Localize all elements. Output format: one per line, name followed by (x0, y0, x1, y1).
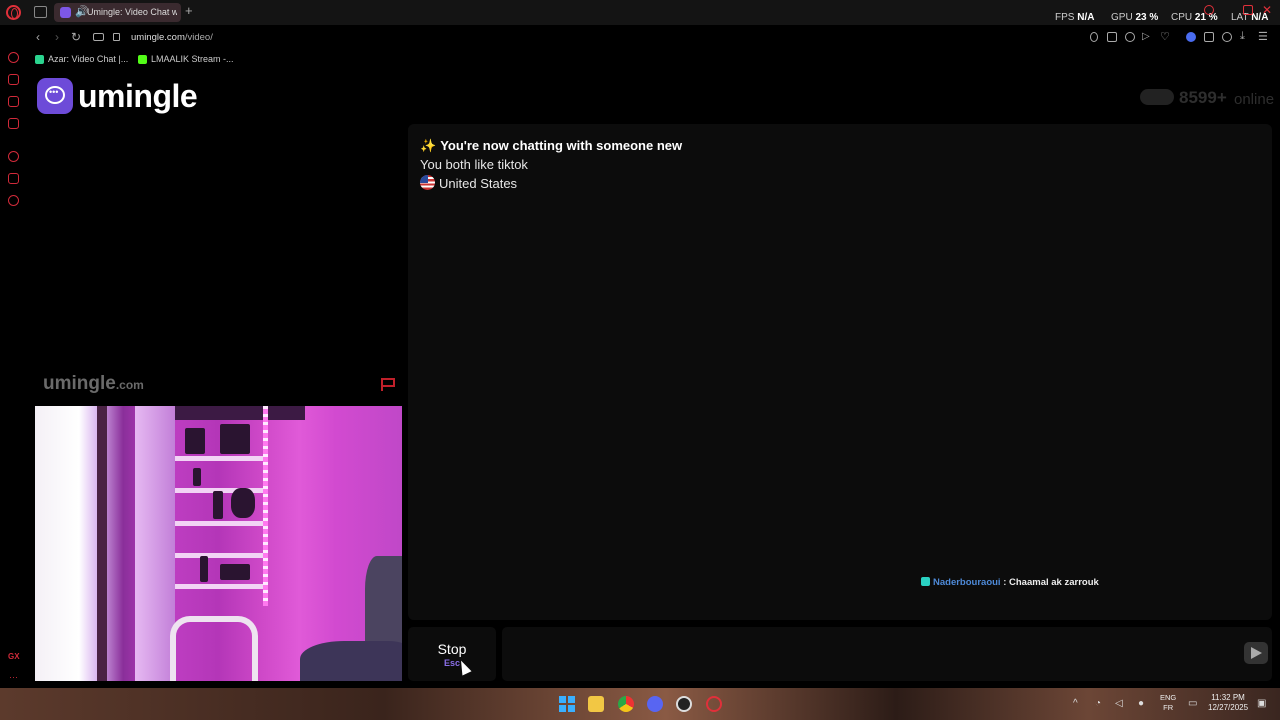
obs-icon[interactable] (676, 696, 692, 712)
language-indicator[interactable]: ENG FR (1160, 693, 1176, 713)
extensions-icon[interactable] (1204, 32, 1214, 42)
site-logo[interactable]: umingle (78, 78, 198, 115)
headset-icon[interactable]: ◔ (1095, 698, 1101, 709)
discord-icon[interactable] (647, 696, 663, 712)
forward-icon[interactable]: › (55, 30, 59, 44)
download-icon[interactable]: ⤓ (1240, 30, 1245, 43)
hud-gpu: GPU 23 % (1111, 12, 1159, 23)
windows-start-icon[interactable] (559, 696, 575, 712)
report-flag-icon[interactable] (380, 377, 396, 392)
file-explorer-icon[interactable] (588, 696, 604, 712)
self-camera-video (35, 406, 402, 681)
send-icon[interactable] (1244, 642, 1268, 664)
windows-taskbar: ^ ◔ ◁ ● ENG FR ▭ 11:32 PM 12/27/2025 ▣ (0, 688, 1280, 720)
pin-icon[interactable] (1090, 32, 1098, 42)
stop-label: Stop (437, 641, 467, 657)
stop-shortcut-hint: Esc (443, 658, 460, 668)
reload-icon[interactable]: ↻ (71, 30, 81, 44)
sidebar-history-icon[interactable] (8, 151, 19, 162)
address-bar-row: ‹ › ↻ umingle.com/video/ ▷ ♡ ⤓ ☰ (28, 28, 1280, 48)
new-tab-button[interactable]: + (185, 3, 193, 18)
sidebar-more-icon[interactable]: ··· (9, 672, 18, 682)
message-username[interactable]: Naderbouraoui (933, 577, 1001, 588)
url-field[interactable]: umingle.com/video/ (131, 32, 213, 43)
heart-icon[interactable]: ♡ (1160, 30, 1170, 43)
sidebar-gx-icon[interactable]: GX (8, 652, 20, 661)
hud-fps: FPS N/A (1055, 12, 1095, 23)
menu-icon[interactable]: ☰ (1258, 30, 1268, 43)
bookmarks-bar: Azar: Video Chat |... LMAALIK Stream -..… (28, 51, 628, 69)
active-tab[interactable]: 🔊 Umingle: Video Chat w (54, 3, 181, 22)
notifications-icon[interactable]: ▣ (1257, 698, 1266, 709)
sidebar-player-icon[interactable] (8, 52, 19, 63)
azar-icon (35, 55, 44, 65)
shield-icon[interactable] (1125, 32, 1135, 42)
back-icon[interactable]: ‹ (36, 30, 40, 44)
stop-button[interactable]: Stop Esc (408, 627, 496, 681)
umingle-favicon-icon (60, 7, 71, 18)
lock-icon[interactable] (113, 33, 120, 41)
display-icon[interactable]: ▭ (1188, 698, 1197, 709)
shared-interest: You both like tiktok (420, 157, 528, 172)
online-indicator (1140, 89, 1174, 105)
sparkle-icon: ✨ (420, 138, 437, 153)
tab-list-icon[interactable] (34, 6, 47, 18)
volume-icon[interactable]: ◁ (1115, 698, 1123, 709)
tab-title: Umingle: Video Chat w (87, 7, 177, 17)
chat-message: Naderbouraoui : Chaamal ak zarrouk (921, 577, 1099, 588)
sidebar-messenger-icon[interactable] (8, 118, 19, 129)
bookmark-azar[interactable]: Azar: Video Chat |... (35, 54, 128, 65)
message-text: Chaamal ak zarrouk (1009, 577, 1099, 588)
profile-icon[interactable] (1222, 32, 1232, 42)
message-input[interactable] (502, 627, 1272, 681)
us-flag-icon (420, 175, 435, 190)
bookmark-lmaalik[interactable]: LMAALIK Stream -... (138, 54, 234, 65)
chat-intro: ✨ You're now chatting with someone new (420, 138, 683, 153)
kick-icon (138, 55, 147, 65)
opera-menu-icon[interactable] (6, 5, 21, 20)
microphone-icon[interactable]: ● (1138, 698, 1144, 709)
vpn-icon[interactable] (1186, 32, 1196, 42)
sidebar-discord-icon[interactable] (8, 96, 19, 107)
close-icon[interactable]: ✕ (1262, 3, 1272, 17)
user-badge-icon (921, 577, 930, 586)
sidebar-extensions-icon[interactable] (8, 173, 19, 184)
online-label: online (1234, 91, 1275, 108)
chrome-icon[interactable] (618, 696, 634, 712)
chat-panel (408, 124, 1272, 620)
stranger-country: United States (420, 175, 517, 191)
opera-gx-icon[interactable] (706, 696, 722, 712)
online-count: 8599+ (1179, 88, 1227, 107)
search-icon[interactable] (1204, 5, 1214, 15)
taskbar-clock[interactable]: 11:32 PM 12/27/2025 (1208, 693, 1248, 713)
maximize-icon[interactable] (1243, 5, 1253, 15)
logo-chat-icon[interactable] (37, 78, 73, 114)
play-icon[interactable]: ▷ (1142, 31, 1150, 42)
sidebar-settings-icon[interactable] (8, 195, 19, 206)
tray-overflow-icon[interactable]: ^ (1073, 698, 1078, 709)
snapshot-icon[interactable] (1107, 32, 1117, 42)
stranger-video (35, 124, 402, 402)
camera-icon[interactable] (93, 33, 104, 41)
sidebar-twitch-icon[interactable] (8, 74, 19, 85)
video-watermark: umingle.com (43, 373, 144, 394)
browser-tab-bar: 🔊 Umingle: Video Chat w + FPS N/A GPU 23… (0, 0, 1280, 25)
